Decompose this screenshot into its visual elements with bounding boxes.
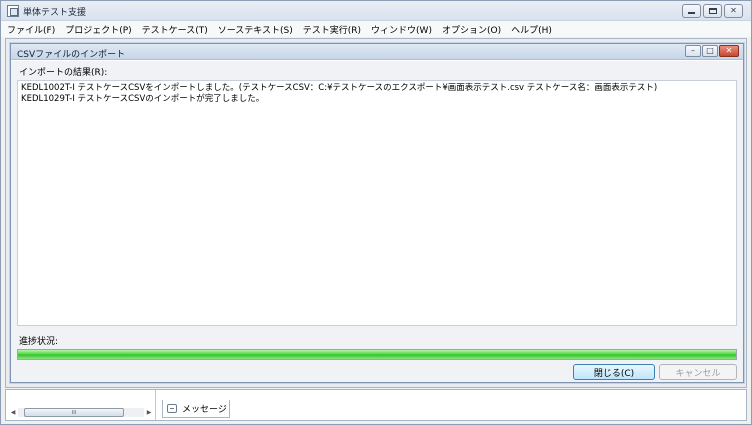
scroll-right-icon[interactable]: ▶ xyxy=(144,407,154,418)
menu-test-run[interactable]: テスト実行(R) xyxy=(303,23,361,36)
app-title: 単体テスト支援 xyxy=(23,8,87,18)
menu-source-text[interactable]: ソーステキスト(S) xyxy=(218,23,293,36)
mdi-workspace: CSVファイルのインポート – □ ✕ インポートの結果(R): KEDL100… xyxy=(5,38,747,388)
scroll-thumb[interactable]: III xyxy=(24,408,124,417)
app-window: 単体テスト支援 ✕ ファイル(F) プロジェクト(P) テストケース(T) ソー… xyxy=(0,0,752,425)
bottom-panel: ◀ III ▶ メッセージ xyxy=(5,389,747,421)
dialog-body: インポートの結果(R): KEDL1002T-I テストケースCSVをインポート… xyxy=(11,61,743,382)
menu-window[interactable]: ウィンドウ(W) xyxy=(371,23,432,36)
cancel-button[interactable]: キャンセル xyxy=(659,364,737,380)
scroll-left-icon[interactable]: ◀ xyxy=(8,407,18,418)
menu-help[interactable]: ヘルプ(H) xyxy=(511,23,552,36)
horizontal-scrollbar[interactable]: ◀ III ▶ xyxy=(8,407,154,418)
scroll-track[interactable]: III xyxy=(18,408,144,417)
dialog-caption-buttons: – □ ✕ xyxy=(685,45,739,57)
minimize-icon: – xyxy=(691,46,695,55)
minimize-icon xyxy=(683,5,700,17)
menu-testcase[interactable]: テストケース(T) xyxy=(142,23,208,36)
result-line: KEDL1029T-I テストケースCSVのインポートが完了しました。 xyxy=(21,94,265,104)
progress-bar xyxy=(17,349,737,360)
menu-project[interactable]: プロジェクト(P) xyxy=(65,23,131,36)
results-textarea[interactable]: KEDL1002T-I テストケースCSVをインポートしました。(テストケースC… xyxy=(17,80,737,326)
dialog-maximize-button[interactable]: □ xyxy=(702,45,718,57)
tab-message-label: メッセージ xyxy=(182,405,227,415)
window-caption-buttons: ✕ xyxy=(682,4,743,18)
app-icon xyxy=(7,5,19,17)
maximize-icon xyxy=(704,5,721,17)
close-icon: ✕ xyxy=(725,46,733,55)
menu-options[interactable]: オプション(O) xyxy=(442,23,501,36)
csv-import-dialog: CSVファイルのインポート – □ ✕ インポートの結果(R): KEDL100… xyxy=(10,43,744,383)
maximize-button[interactable] xyxy=(703,4,722,18)
tab-message[interactable]: メッセージ xyxy=(162,400,230,418)
dialog-title: CSVファイルのインポート xyxy=(17,50,126,60)
dialog-titlebar: CSVファイルのインポート – □ ✕ xyxy=(11,44,743,60)
message-icon xyxy=(167,404,177,413)
dialog-minimize-button[interactable]: – xyxy=(685,45,701,57)
close-button[interactable]: 閉じる(C) xyxy=(573,364,655,380)
progress-fill xyxy=(18,350,736,359)
app-titlebar: 単体テスト支援 ✕ xyxy=(1,1,751,21)
menu-file[interactable]: ファイル(F) xyxy=(7,23,55,36)
results-label: インポートの結果(R): xyxy=(19,68,108,78)
close-icon: ✕ xyxy=(730,6,737,15)
close-window-button[interactable]: ✕ xyxy=(724,4,743,18)
progress-label: 進捗状況: xyxy=(19,337,59,347)
left-pane: ◀ III ▶ xyxy=(6,390,156,420)
maximize-icon: □ xyxy=(706,46,714,55)
result-line: KEDL1002T-I テストケースCSVをインポートしました。(テストケースC… xyxy=(21,83,658,93)
minimize-button[interactable] xyxy=(682,4,701,18)
menubar: ファイル(F) プロジェクト(P) テストケース(T) ソーステキスト(S) テ… xyxy=(1,21,751,37)
dialog-close-button[interactable]: ✕ xyxy=(719,45,739,57)
